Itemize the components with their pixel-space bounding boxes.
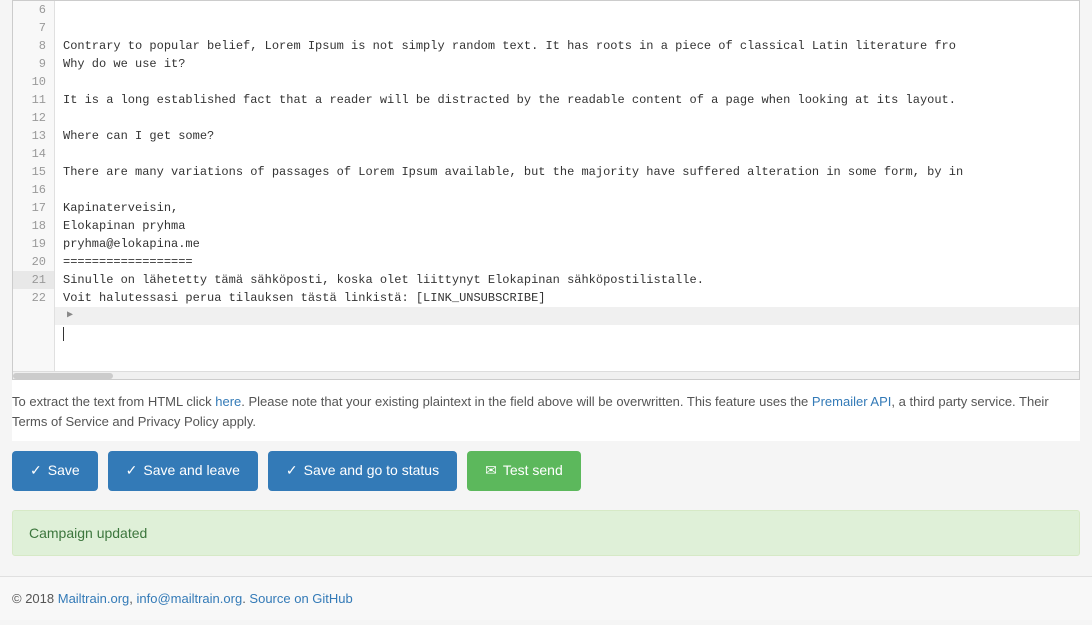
line-number-14: 14 [13,145,54,163]
checkmark-icon-2: ✓ [126,461,138,481]
footer: © 2018 Mailtrain.org, info@mailtrain.org… [0,576,1092,620]
editor-container: 678910111213141516171819202122 Contrary … [12,0,1080,380]
here-link[interactable]: here [215,394,241,409]
code-line-20: Voit halutessasi perua tilauksen tästä l… [55,289,1079,307]
info-text-1: To extract the text from HTML click [12,394,215,409]
campaign-updated-text: Campaign updated [29,525,147,541]
arrow-indicator: ▶ [63,307,77,325]
save-and-leave-button[interactable]: ✓ Save and leave [108,451,258,491]
test-send-label: Test send [503,461,563,481]
line-number-15: 15 [13,163,54,181]
code-line-9: It is a long established fact that a rea… [55,91,1079,109]
save-and-go-to-status-label: Save and go to status [304,461,439,481]
save-button[interactable]: ✓ Save [12,451,98,491]
code-line-10 [55,109,1079,127]
code-area: 678910111213141516171819202122 Contrary … [13,1,1079,371]
checkmark-icon: ✓ [30,461,42,481]
save-and-leave-label: Save and leave [143,461,240,481]
save-and-go-to-status-button[interactable]: ✓ Save and go to status [268,451,457,491]
code-line-21: ▶ [55,307,1079,325]
checkmark-icon-3: ✓ [286,461,298,481]
line-number-21: 21 [13,271,54,289]
footer-sep1: , [129,591,136,606]
code-editor[interactable]: 678910111213141516171819202122 Contrary … [12,0,1080,380]
code-line-14 [55,181,1079,199]
test-send-button[interactable]: ✉ Test send [467,451,581,491]
code-line-22 [55,325,1079,343]
code-line-7: Why do we use it? [55,55,1079,73]
line-number-7: 7 [13,19,54,37]
line-number-18: 18 [13,217,54,235]
code-line-8 [55,73,1079,91]
line-number-13: 13 [13,127,54,145]
code-line-12 [55,145,1079,163]
line-number-20: 20 [13,253,54,271]
line-number-11: 11 [13,91,54,109]
info-text-2: . Please note that your existing plainte… [241,394,812,409]
email-link[interactable]: info@mailtrain.org [137,591,243,606]
mailtrain-link[interactable]: Mailtrain.org [58,591,130,606]
scrollbar-thumb[interactable] [13,373,113,379]
code-line-18: ================== [55,253,1079,271]
line-number-19: 19 [13,235,54,253]
line-number-9: 9 [13,55,54,73]
info-section: To extract the text from HTML click here… [12,380,1080,441]
github-link[interactable]: Source on GitHub [249,591,352,606]
save-label: Save [48,461,80,481]
code-line-15: Kapinaterveisin, [55,199,1079,217]
buttons-row: ✓ Save ✓ Save and leave ✓ Save and go to… [12,441,1080,506]
code-line-19: Sinulle on lähetetty tämä sähköposti, ko… [55,271,1079,289]
horizontal-scrollbar[interactable] [13,371,1079,379]
copyright-text: © 2018 [12,591,58,606]
premailer-link[interactable]: Premailer API [812,394,891,409]
line-number-22: 22 [13,289,54,307]
campaign-updated-banner: Campaign updated [12,510,1080,556]
code-line-13: There are many variations of passages of… [55,163,1079,181]
line-number-10: 10 [13,73,54,91]
code-content[interactable]: Contrary to popular belief, Lorem Ipsum … [55,1,1079,371]
line-number-8: 8 [13,37,54,55]
code-line-6: Contrary to popular belief, Lorem Ipsum … [55,37,1079,55]
code-line-17: pryhma@elokapina.me [55,235,1079,253]
line-number-6: 6 [13,1,54,19]
line-numbers: 678910111213141516171819202122 [13,1,55,371]
line-number-12: 12 [13,109,54,127]
code-line-11: Where can I get some? [55,127,1079,145]
line-number-17: 17 [13,199,54,217]
text-cursor [63,327,64,341]
email-icon: ✉ [485,461,497,481]
line-number-16: 16 [13,181,54,199]
code-line-16: Elokapinan pryhma [55,217,1079,235]
